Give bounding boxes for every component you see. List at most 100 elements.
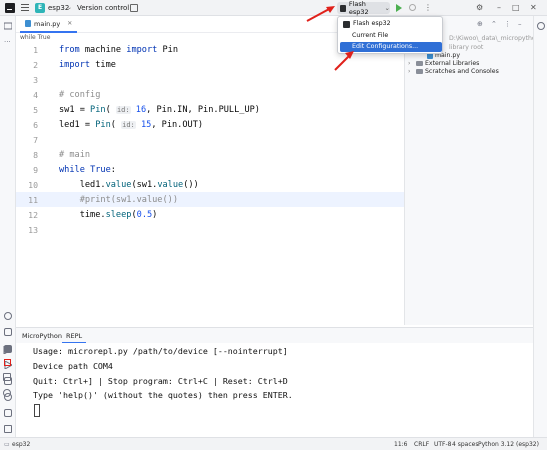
menu-item-label: Flash esp32 (353, 20, 391, 27)
terminal-line: Quit: Ctrl+] | Stop program: Ctrl+C | Re… (33, 376, 288, 386)
menu-item-flash-esp32[interactable]: Flash esp32 (340, 19, 442, 29)
tree-item-label: External Libraries (425, 60, 480, 67)
library-icon (416, 61, 423, 66)
code-line[interactable]: 8 # main (16, 147, 404, 162)
chevron-down-icon[interactable]: ⌄ (67, 4, 72, 11)
settings-icon[interactable]: ⚙ (476, 3, 483, 12)
status-line-separator[interactable]: CRLF (414, 441, 429, 448)
scratches-icon (416, 69, 423, 74)
tab-main-py[interactable]: main.py ✕ (20, 16, 78, 33)
minimize-icon[interactable]: – (497, 3, 501, 12)
tab-micropython[interactable]: MicroPython (18, 328, 66, 344)
code-line[interactable]: 3 (16, 72, 404, 87)
locate-icon[interactable]: ⊕ (477, 20, 483, 28)
sync-icon[interactable] (4, 328, 12, 336)
code-line[interactable]: 12 time.sleep(0.5) (16, 207, 404, 222)
chevron-down-icon[interactable]: ⌄ (119, 4, 124, 11)
tab-label: main.py (34, 19, 61, 28)
plugins-icon[interactable] (4, 312, 12, 320)
status-encoding[interactable]: UTF-8 (434, 441, 452, 448)
stop-icon[interactable] (4, 359, 11, 366)
python-file-icon (25, 20, 31, 27)
line-number: 8 (33, 149, 38, 160)
run-icon[interactable] (396, 4, 402, 12)
line-number: 12 (28, 209, 38, 220)
status-indent[interactable]: 4 spaces (452, 441, 478, 448)
terminal-line: Device path COM4 (33, 361, 113, 371)
rerun-icon[interactable] (3, 345, 13, 355)
status-interpreter[interactable]: Python 3.12 (esp32) (478, 441, 539, 448)
line-number: 5 (33, 104, 38, 115)
expand-all-icon[interactable]: ⌃ (491, 20, 497, 28)
code-text: import time (59, 59, 116, 70)
code-line[interactable]: 9 while True: (16, 162, 404, 177)
problems-icon[interactable] (4, 409, 12, 417)
more-tools-icon[interactable]: ··· (4, 38, 12, 46)
more-options-icon[interactable]: ⋮ (504, 20, 511, 28)
code-line-current[interactable]: 11 #print(sw1.value()) (16, 192, 404, 207)
code-text: from machine import Pin (59, 44, 179, 55)
code-text: while True: (59, 164, 116, 175)
run-config-dropdown: Flash esp32 Current File Edit Configurat… (337, 16, 443, 54)
terminal-cursor[interactable] (34, 404, 40, 417)
line-number: 13 (28, 224, 38, 235)
notifications-icon[interactable] (537, 22, 545, 30)
run-config-selector[interactable]: Flash esp32 ⌄ (337, 0, 390, 16)
project-root-path[interactable]: D:\Kiwoo\_data\_micropytho (449, 34, 536, 43)
close-icon[interactable]: ✕ (530, 3, 537, 12)
repl-terminal[interactable]: Usage: microrepl.py /path/to/device [--n… (3, 343, 533, 437)
code-text: #print(sw1.value()) (59, 194, 178, 205)
python-icon (340, 4, 346, 12)
folder-icon: ▭ (4, 441, 10, 448)
menu-item-current-file[interactable]: Current File (340, 31, 442, 41)
project-tool-icon[interactable] (3, 22, 13, 30)
project-badge[interactable]: E (35, 3, 45, 13)
code-line[interactable]: 10 led1.value(sw1.value()) (16, 177, 404, 192)
chevron-right-icon[interactable]: › (408, 68, 414, 75)
close-tab-icon[interactable]: ✕ (67, 20, 72, 27)
tab-repl[interactable]: REPL (62, 328, 87, 344)
code-line[interactable]: 7 (16, 132, 404, 147)
pin-icon[interactable] (3, 389, 11, 397)
terminal-line: Type 'help()' (without the quotes) then … (33, 390, 293, 400)
status-caret-position[interactable]: 11:6 (394, 441, 407, 448)
debug-icon[interactable] (409, 4, 416, 11)
terminal-line: Usage: microrepl.py /path/to/device [--n… (33, 346, 288, 356)
menu-item-label: Edit Configurations... (352, 43, 419, 50)
title-bar: E esp32 ⌄ Version control ⌄ Flash esp32 … (0, 0, 547, 16)
right-tool-strip (533, 16, 547, 437)
tree-item-scratches[interactable]: › Scratches and Consoles (408, 67, 499, 76)
status-project[interactable]: esp32 (12, 441, 30, 448)
code-text: sw1 = Pin( id: 16, Pin.IN, Pin.PULL_UP) (59, 104, 260, 115)
code-text: led1.value(sw1.value()) (59, 179, 199, 190)
code-line[interactable]: 13 (16, 222, 404, 237)
code-line[interactable]: 2 import time (16, 57, 404, 72)
terminal-tab-bar: MicroPython REPL (16, 327, 533, 344)
code-text: time.sleep(0.5) (59, 209, 158, 220)
main-menu-icon[interactable] (21, 4, 29, 12)
layout-icon[interactable] (3, 373, 11, 381)
save-all-icon[interactable] (130, 4, 138, 12)
line-number: 3 (33, 74, 38, 85)
hide-panel-icon[interactable]: – (518, 20, 522, 28)
code-line[interactable]: 6 led1 = Pin( id: 15, Pin.OUT) (16, 117, 404, 132)
chevron-right-icon[interactable]: › (408, 60, 414, 67)
code-line[interactable]: 4 # config (16, 87, 404, 102)
code-text: # main (59, 149, 91, 160)
python-icon (343, 20, 350, 28)
maximize-icon[interactable]: □ (512, 3, 520, 12)
menu-item-edit-configurations[interactable]: Edit Configurations... (340, 42, 442, 52)
line-number: 11 (28, 194, 38, 205)
line-number: 7 (33, 134, 38, 145)
app-logo-icon[interactable] (5, 3, 15, 13)
vcs-tool-icon[interactable] (4, 425, 12, 433)
tree-item-label: Scratches and Consoles (425, 68, 499, 75)
code-line[interactable]: 5 sw1 = Pin( id: 16, Pin.IN, Pin.PULL_UP… (16, 102, 404, 117)
project-panel: ⊕ ⌃ ⋮ – D:\Kiwoo\_data\_micropytho libra… (404, 16, 536, 325)
chevron-down-icon: ⌄ (384, 4, 390, 12)
more-actions-icon[interactable]: ⋮ (424, 3, 432, 12)
line-number: 9 (33, 164, 38, 175)
status-bar: ▭ esp32 11:6 CRLF UTF-8 4 spaces Python … (0, 437, 547, 450)
run-config-label: Flash esp32 (348, 0, 369, 16)
code-editor[interactable]: 1 from machine import Pin 2 import time … (16, 42, 404, 322)
